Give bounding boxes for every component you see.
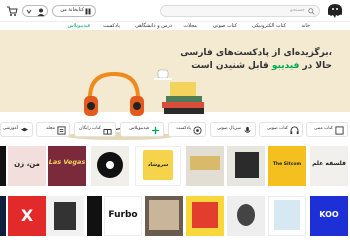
- cover-tile[interactable]: Furbo: [104, 196, 142, 236]
- category-label: پادکست: [176, 126, 191, 131]
- cover-title: فلسفه علم: [312, 160, 346, 167]
- hero-banner[interactable]: برگزیده‌ای از پادکست‌های فارسی، حالا در …: [0, 30, 350, 140]
- category-fidiboplus[interactable]: فیدیبوپلاس: [120, 122, 164, 137]
- cover-tile[interactable]: The Sitcom: [268, 146, 306, 186]
- cover-title: سروشاد: [147, 162, 169, 168]
- library-icon: [85, 8, 91, 15]
- user-menu-button[interactable]: [22, 5, 48, 17]
- cover-row-1: فلسفه علم The Sitcom سروشاد Las Vegas من…: [0, 146, 350, 190]
- nav-item-academic[interactable]: درس و دانشگاهی: [135, 23, 172, 29]
- cover-tile[interactable]: [227, 146, 265, 186]
- podcast-icon: [193, 126, 202, 135]
- nav-item-podcast[interactable]: پادکست: [103, 23, 120, 29]
- category-podcast[interactable]: پادکست: [168, 122, 206, 137]
- cover-tile[interactable]: [186, 196, 224, 236]
- education-icon: [20, 127, 29, 132]
- cover-title: The Sitcom: [272, 162, 302, 167]
- category-audio-series[interactable]: سریال صوتی: [210, 122, 256, 137]
- search-icon: [308, 8, 315, 15]
- category-label: آموزشی: [2, 126, 18, 131]
- category-label: کتاب رایگان: [79, 126, 101, 131]
- library-label: کتابخانهٔ من: [60, 7, 84, 13]
- book-icon: [335, 126, 344, 135]
- category-label: مجله: [46, 126, 55, 131]
- category-education[interactable]: آموزشی: [0, 122, 33, 137]
- top-bar: جستجو کتابخانهٔ من: [0, 0, 350, 22]
- plus-icon: [151, 126, 160, 135]
- cover-tile[interactable]: [145, 196, 183, 236]
- cart-icon[interactable]: [6, 5, 18, 17]
- nav-item-magazines[interactable]: مجلات: [183, 23, 197, 29]
- search-placeholder: جستجو: [290, 7, 305, 13]
- cover-tile[interactable]: X: [8, 196, 46, 236]
- category-magazine[interactable]: مجله: [36, 122, 70, 137]
- nav-item-audiobooks[interactable]: کتاب صوتی: [213, 23, 237, 29]
- cover-tile[interactable]: [46, 196, 84, 236]
- hero-line-1: برگزیده‌ای از پادکست‌های فارسی،: [180, 48, 332, 58]
- category-label: سریال صوتی: [216, 126, 241, 131]
- headphones-icon: [290, 126, 299, 135]
- cover-title: X: [20, 206, 34, 225]
- cover-title: KOO: [319, 210, 339, 219]
- hero-line-2-prefix: حالا در: [299, 61, 332, 71]
- nav-item-fidiboplus[interactable]: فیدیبوپلاس: [68, 23, 91, 29]
- library-button[interactable]: کتابخانهٔ من: [52, 5, 96, 17]
- cover-tile[interactable]: Las Vegas: [48, 146, 86, 186]
- gift-icon: [103, 129, 112, 135]
- logo-icon[interactable]: [326, 3, 344, 19]
- cover-tile[interactable]: [186, 146, 224, 186]
- hero-line-2-brand: فیدیبو: [271, 61, 300, 71]
- category-bar: کتاب متنی کتاب صوتی سریال صوتی پادکست فی…: [0, 122, 350, 140]
- mic-icon: [244, 126, 251, 133]
- cover-title: Las Vegas: [48, 158, 86, 166]
- category-label: فیدیبوپلاس: [129, 126, 149, 131]
- cover-tile[interactable]: [268, 196, 306, 236]
- category-free-book[interactable]: کتاب رایگان: [74, 122, 116, 137]
- category-label: کتاب متنی: [314, 126, 333, 131]
- page: جستجو کتابخانهٔ من خانه کتاب الکترونیکی …: [0, 0, 350, 250]
- magazine-icon: [57, 126, 66, 135]
- search-box[interactable]: جستجو: [160, 5, 320, 17]
- chevron-down-icon: [26, 9, 32, 14]
- cover-title: من، زن: [14, 160, 40, 168]
- cover-row-2: KOO Furbo X: [0, 196, 350, 240]
- cover-tile-partial[interactable]: [0, 146, 6, 186]
- category-label: کتاب صوتی: [266, 126, 288, 131]
- cover-tile[interactable]: KOO: [310, 196, 348, 236]
- category-audio-book[interactable]: کتاب صوتی: [259, 122, 303, 137]
- cover-tile[interactable]: من، زن: [8, 146, 46, 186]
- cover-tile-partial[interactable]: [0, 196, 6, 236]
- user-icon: [37, 8, 45, 16]
- cover-tile[interactable]: فلسفه علم: [310, 146, 348, 186]
- cover-title: Furbo: [108, 210, 138, 220]
- cover-tile[interactable]: [87, 196, 102, 236]
- cover-tile[interactable]: [91, 146, 129, 186]
- cover-tile[interactable]: سروشاد: [135, 146, 181, 186]
- nav-item-ebooks[interactable]: کتاب الکترونیکی: [252, 23, 286, 29]
- category-text-book[interactable]: کتاب متنی: [306, 122, 348, 137]
- cover-tile[interactable]: [227, 196, 265, 236]
- hero-line-2: حالا در فیدیبو قابل شنیدن است: [191, 61, 332, 71]
- nav-item-home[interactable]: خانه: [301, 23, 310, 29]
